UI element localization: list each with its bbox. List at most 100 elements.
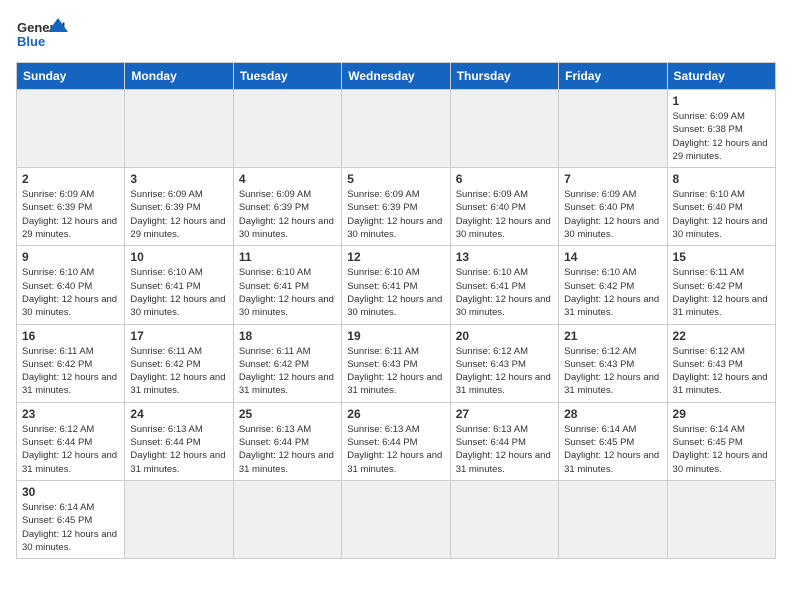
day-number: 5 [347, 172, 444, 186]
day-number: 1 [673, 94, 770, 108]
day-info: Sunrise: 6:14 AMSunset: 6:45 PMDaylight:… [673, 423, 770, 476]
day-info: Sunrise: 6:09 AMSunset: 6:39 PMDaylight:… [22, 188, 119, 241]
weekday-header-thursday: Thursday [450, 63, 558, 90]
generalblue-logo-icon: General Blue [16, 16, 68, 54]
day-number: 12 [347, 250, 444, 264]
day-info: Sunrise: 6:10 AMSunset: 6:40 PMDaylight:… [22, 266, 119, 319]
day-cell-8: 8Sunrise: 6:10 AMSunset: 6:40 PMDaylight… [667, 168, 775, 246]
day-info: Sunrise: 6:10 AMSunset: 6:41 PMDaylight:… [347, 266, 444, 319]
week-row-4: 16 Sunrise: 6:11 AMSunset: 6:42 PMDayligh… [17, 324, 776, 402]
day-number: 11 [239, 250, 336, 264]
day-number: 29 [673, 407, 770, 421]
day-cell-empty [450, 480, 558, 558]
day-info: Sunrise: 6:10 AMSunset: 6:41 PMDaylight:… [130, 266, 227, 319]
day-cell-2: 2 Sunrise: 6:09 AMSunset: 6:39 PMDaylight… [17, 168, 125, 246]
day-info: Sunrise: 6:12 AMSunset: 6:43 PMDaylight:… [456, 345, 553, 398]
weekday-header-row: SundayMondayTuesdayWednesdayThursdayFrid… [17, 63, 776, 90]
day-info: Sunrise: 6:11 AMSunset: 6:42 PMDaylight:… [130, 345, 227, 398]
day-info: Sunrise: 6:11 AMSunset: 6:42 PMDaylight:… [673, 266, 770, 319]
day-number: 27 [456, 407, 553, 421]
day-cell-23: 23Sunrise: 6:12 AMSunset: 6:44 PMDayligh… [17, 402, 125, 480]
day-cell-16: 16Sunrise: 6:11 AMSunset: 6:42 PMDayligh… [17, 324, 125, 402]
day-number: 24 [130, 407, 227, 421]
day-cell-empty [559, 480, 667, 558]
day-cell-empty [233, 480, 341, 558]
header: General Blue [16, 16, 776, 54]
day-info: Sunrise: 6:13 AMSunset: 6:44 PMDaylight:… [347, 423, 444, 476]
day-info: Sunrise: 6:12 AMSunset: 6:43 PMDaylight:… [673, 345, 770, 398]
day-cell-25: 25 Sunrise: 6:13 AMSunset: 6:44 PMDayligh… [233, 402, 341, 480]
day-info: Sunrise: 6:10 AMSunset: 6:42 PMDaylight:… [564, 266, 661, 319]
weekday-header-monday: Monday [125, 63, 233, 90]
weekday-header-tuesday: Tuesday [233, 63, 341, 90]
day-info: Sunrise: 6:11 AMSunset: 6:42 PMDaylight:… [239, 345, 336, 398]
day-info: Sunrise: 6:09 AMSunset: 6:39 PMDaylight:… [130, 188, 227, 241]
calendar-table: SundayMondayTuesdayWednesdayThursdayFrid… [16, 62, 776, 559]
day-number: 19 [347, 329, 444, 343]
day-info: Sunrise: 6:11 AMSunset: 6:43 PMDaylight:… [347, 345, 444, 398]
day-cell-empty [450, 90, 558, 168]
day-number: 7 [564, 172, 661, 186]
day-cell-10: 10Sunrise: 6:10 AMSunset: 6:41 PMDayligh… [125, 246, 233, 324]
day-cell-empty [125, 90, 233, 168]
day-number: 28 [564, 407, 661, 421]
day-cell-29: 29 Sunrise: 6:14 AMSunset: 6:45 PMDayligh… [667, 402, 775, 480]
day-cell-27: 27 Sunrise: 6:13 AMSunset: 6:44 PMDayligh… [450, 402, 558, 480]
day-cell-empty [233, 90, 341, 168]
day-number: 9 [22, 250, 119, 264]
day-info: Sunrise: 6:09 AMSunset: 6:39 PMDaylight:… [239, 188, 336, 241]
day-number: 23 [22, 407, 119, 421]
day-number: 4 [239, 172, 336, 186]
day-number: 6 [456, 172, 553, 186]
day-info: Sunrise: 6:13 AMSunset: 6:44 PMDaylight:… [239, 423, 336, 476]
week-row-5: 23Sunrise: 6:12 AMSunset: 6:44 PMDayligh… [17, 402, 776, 480]
day-cell-19: 19 Sunrise: 6:11 AMSunset: 6:43 PMDayligh… [342, 324, 450, 402]
day-number: 26 [347, 407, 444, 421]
day-info: Sunrise: 6:10 AMSunset: 6:41 PMDaylight:… [456, 266, 553, 319]
week-row-6: 30Sunrise: 6:14 AMSunset: 6:45 PMDayligh… [17, 480, 776, 558]
day-info: Sunrise: 6:09 AMSunset: 6:40 PMDaylight:… [564, 188, 661, 241]
day-number: 2 [22, 172, 119, 186]
day-info: Sunrise: 6:09 AMSunset: 6:39 PMDaylight:… [347, 188, 444, 241]
day-info: Sunrise: 6:13 AMSunset: 6:44 PMDaylight:… [456, 423, 553, 476]
day-cell-5: 5 Sunrise: 6:09 AMSunset: 6:39 PMDaylight… [342, 168, 450, 246]
day-cell-11: 11 Sunrise: 6:10 AMSunset: 6:41 PMDayligh… [233, 246, 341, 324]
day-number: 13 [456, 250, 553, 264]
day-cell-21: 21 Sunrise: 6:12 AMSunset: 6:43 PMDayligh… [559, 324, 667, 402]
day-cell-empty [17, 90, 125, 168]
day-cell-30: 30Sunrise: 6:14 AMSunset: 6:45 PMDayligh… [17, 480, 125, 558]
day-cell-22: 22Sunrise: 6:12 AMSunset: 6:43 PMDayligh… [667, 324, 775, 402]
svg-text:Blue: Blue [17, 34, 45, 49]
weekday-header-wednesday: Wednesday [342, 63, 450, 90]
day-cell-24: 24 Sunrise: 6:13 AMSunset: 6:44 PMDayligh… [125, 402, 233, 480]
day-info: Sunrise: 6:14 AMSunset: 6:45 PMDaylight:… [564, 423, 661, 476]
day-cell-13: 13 Sunrise: 6:10 AMSunset: 6:41 PMDayligh… [450, 246, 558, 324]
day-cell-4: 4 Sunrise: 6:09 AMSunset: 6:39 PMDaylight… [233, 168, 341, 246]
week-row-2: 2 Sunrise: 6:09 AMSunset: 6:39 PMDaylight… [17, 168, 776, 246]
day-cell-14: 14Sunrise: 6:10 AMSunset: 6:42 PMDayligh… [559, 246, 667, 324]
day-cell-12: 12 Sunrise: 6:10 AMSunset: 6:41 PMDayligh… [342, 246, 450, 324]
day-info: Sunrise: 6:09 AMSunset: 6:38 PMDaylight:… [673, 110, 770, 163]
week-row-3: 9 Sunrise: 6:10 AMSunset: 6:40 PMDaylight… [17, 246, 776, 324]
day-cell-empty [559, 90, 667, 168]
day-cell-empty [342, 90, 450, 168]
day-number: 20 [456, 329, 553, 343]
day-number: 21 [564, 329, 661, 343]
weekday-header-sunday: Sunday [17, 63, 125, 90]
day-cell-6: 6Sunrise: 6:09 AMSunset: 6:40 PMDaylight… [450, 168, 558, 246]
day-number: 8 [673, 172, 770, 186]
day-cell-empty [342, 480, 450, 558]
day-info: Sunrise: 6:13 AMSunset: 6:44 PMDaylight:… [130, 423, 227, 476]
day-info: Sunrise: 6:10 AMSunset: 6:41 PMDaylight:… [239, 266, 336, 319]
day-number: 17 [130, 329, 227, 343]
day-cell-empty [125, 480, 233, 558]
day-number: 3 [130, 172, 227, 186]
day-cell-26: 26 Sunrise: 6:13 AMSunset: 6:44 PMDayligh… [342, 402, 450, 480]
day-cell-28: 28 Sunrise: 6:14 AMSunset: 6:45 PMDayligh… [559, 402, 667, 480]
day-number: 25 [239, 407, 336, 421]
day-cell-9: 9 Sunrise: 6:10 AMSunset: 6:40 PMDaylight… [17, 246, 125, 324]
week-row-1: 1 Sunrise: 6:09 AMSunset: 6:38 PMDaylight… [17, 90, 776, 168]
day-info: Sunrise: 6:12 AMSunset: 6:43 PMDaylight:… [564, 345, 661, 398]
logo: General Blue [16, 16, 68, 54]
day-number: 16 [22, 329, 119, 343]
